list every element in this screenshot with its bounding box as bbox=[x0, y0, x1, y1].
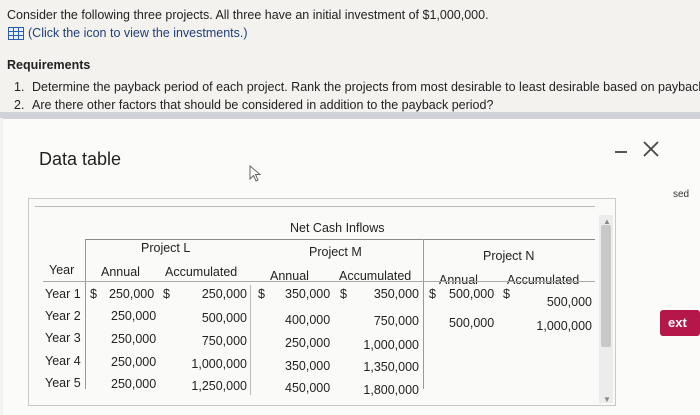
year-cell: Year 1 bbox=[45, 287, 81, 301]
m-annual-cell: 350,000 bbox=[285, 359, 331, 373]
dollar-sign: $ bbox=[90, 287, 97, 301]
minimize-icon[interactable] bbox=[615, 151, 627, 153]
dollar-sign: $ bbox=[503, 287, 510, 301]
dollar-sign: $ bbox=[429, 287, 436, 301]
l-annual-cell: 250,000 bbox=[109, 287, 155, 301]
question-text: Consider the following three projects. A… bbox=[7, 8, 489, 22]
year-cell: Year 2 bbox=[45, 309, 81, 323]
table-divider bbox=[35, 206, 595, 207]
n-annual-header: Annual bbox=[439, 273, 478, 287]
year-column-header: Year bbox=[49, 263, 75, 277]
project-m-header: Project M bbox=[309, 245, 362, 259]
cell-border bbox=[250, 285, 251, 395]
next-button[interactable]: ext bbox=[660, 310, 700, 336]
requirements-title: Requirements bbox=[7, 58, 91, 72]
l-accumulated-header: Accumulated bbox=[165, 265, 238, 279]
year-cell: Year 5 bbox=[45, 376, 81, 390]
l-accumulated-cell: 750,000 bbox=[201, 334, 247, 348]
dollar-sign: $ bbox=[163, 287, 170, 301]
close-icon[interactable] bbox=[639, 137, 663, 161]
m-annual-cell: 250,000 bbox=[285, 336, 331, 350]
year-cell: Year 4 bbox=[45, 354, 81, 368]
column-divider bbox=[85, 239, 86, 389]
m-annual-cell: 350,000 bbox=[285, 287, 331, 301]
project-l-header: Project L bbox=[141, 241, 191, 255]
dollar-sign: $ bbox=[258, 287, 265, 301]
l-accumulated-cell: 1,000,000 bbox=[191, 357, 247, 371]
n-accumulated-cell: 500,000 bbox=[546, 295, 592, 309]
n-annual-cell: 500,000 bbox=[449, 316, 495, 330]
group-header: Net Cash Inflows bbox=[290, 221, 385, 235]
l-annual-cell: 250,000 bbox=[111, 332, 157, 346]
n-annual-cell: 500,000 bbox=[449, 287, 495, 301]
l-annual-cell: 250,000 bbox=[111, 309, 157, 323]
year-cell: Year 3 bbox=[45, 331, 81, 345]
requirement-text: Determine the payback period of each pro… bbox=[32, 80, 700, 94]
n-accumulated-cell: 1,000,000 bbox=[536, 319, 592, 333]
scrollbar-thumb[interactable] bbox=[601, 225, 611, 347]
header-divider bbox=[85, 239, 595, 240]
l-annual-cell: 250,000 bbox=[111, 377, 157, 391]
l-annual-cell: 250,000 bbox=[111, 355, 157, 369]
dialog-title: Data table bbox=[39, 149, 122, 169]
l-accumulated-cell: 1,250,000 bbox=[191, 379, 247, 393]
m-accumulated-cell: 1,350,000 bbox=[363, 360, 419, 374]
scroll-up-icon[interactable]: ▲ bbox=[603, 217, 611, 226]
column-divider bbox=[423, 239, 424, 389]
requirement-number: 2. bbox=[14, 98, 25, 112]
table-grid-icon[interactable] bbox=[8, 26, 24, 40]
m-accumulated-cell: 350,000 bbox=[373, 287, 419, 301]
background-text-fragment: sed bbox=[673, 189, 690, 200]
header-underline bbox=[43, 281, 595, 282]
view-investments-label[interactable]: (Click the icon to view the investments.… bbox=[28, 26, 248, 40]
m-annual-cell: 450,000 bbox=[285, 381, 331, 395]
project-n-header: Project N bbox=[483, 249, 535, 263]
m-accumulated-cell: 750,000 bbox=[373, 314, 419, 328]
data-table: ▲ ▼ Net Cash Inflows Project L Project M… bbox=[28, 198, 616, 406]
requirement-number: 1. bbox=[14, 80, 25, 94]
l-accumulated-cell: 500,000 bbox=[201, 311, 247, 325]
scroll-down-icon[interactable]: ▼ bbox=[603, 395, 611, 404]
n-accumulated-header: Accumulated bbox=[507, 273, 580, 287]
view-investments-link[interactable]: (Click the icon to view the investments.… bbox=[8, 26, 248, 40]
m-accumulated-cell: 1,800,000 bbox=[363, 383, 419, 397]
dollar-sign: $ bbox=[340, 287, 347, 301]
m-accumulated-cell: 1,000,000 bbox=[363, 338, 419, 352]
m-annual-cell: 400,000 bbox=[285, 313, 331, 327]
mouse-cursor-icon bbox=[249, 165, 262, 182]
l-accumulated-cell: 250,000 bbox=[201, 287, 247, 301]
requirement-text: Are there other factors that should be c… bbox=[32, 98, 494, 112]
requirement-item-2: 2. Are there other factors that should be… bbox=[14, 98, 493, 112]
l-annual-header: Annual bbox=[101, 265, 140, 279]
requirement-item-1: 1. Determine the payback period of each p… bbox=[14, 80, 700, 94]
